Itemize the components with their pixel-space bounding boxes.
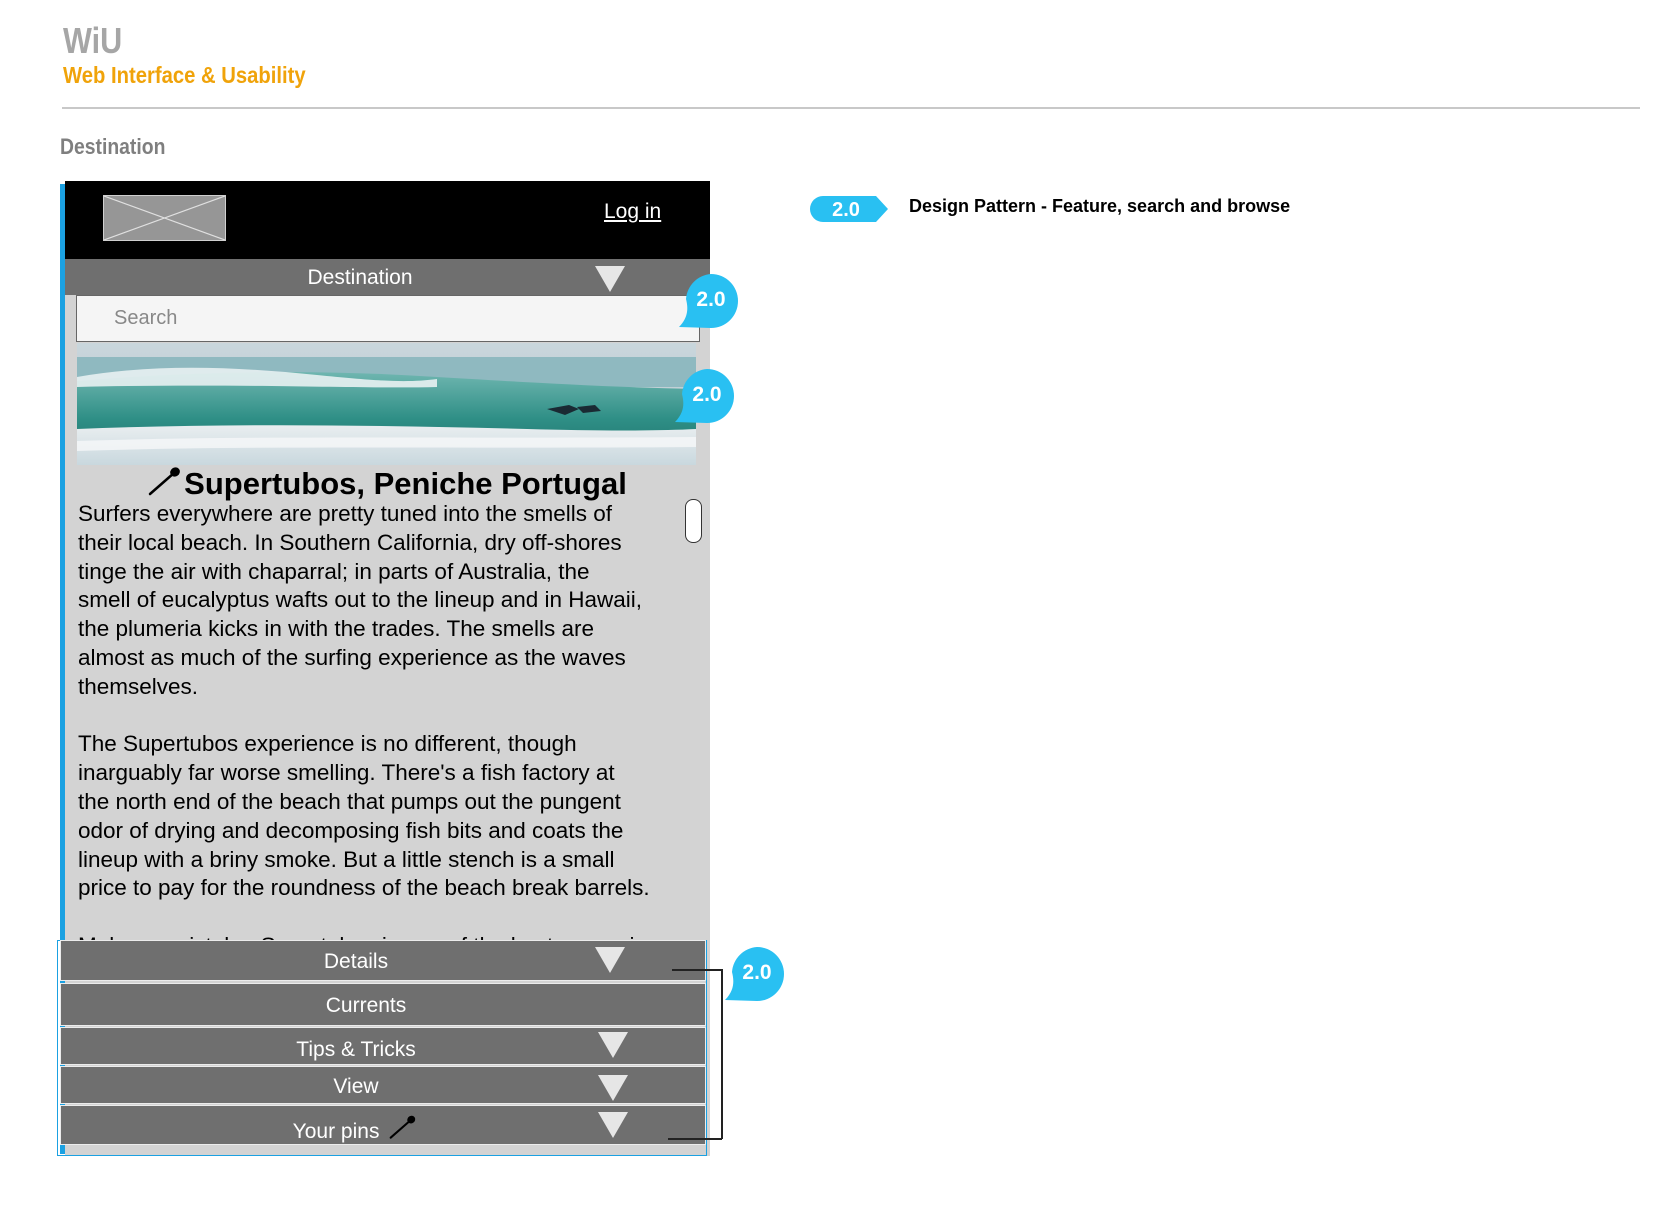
callout-label: 2.0 <box>742 961 772 984</box>
brand-subtitle: Web Interface & Usability <box>63 62 306 88</box>
bracket-line <box>721 969 723 1139</box>
legend-tag: 2.0 <box>810 196 888 222</box>
search-field[interactable] <box>76 295 700 342</box>
scrollbar-thumb[interactable] <box>685 499 702 543</box>
accordion-label-text: Your pins <box>292 1120 380 1143</box>
header-divider <box>62 107 1640 109</box>
destination-article: Surfers everywhere are pretty tuned into… <box>78 500 698 955</box>
accordion-item-your-pins[interactable]: Your pins <box>60 1105 706 1145</box>
bracket-line <box>672 969 722 971</box>
brand-title: WiU <box>63 20 123 61</box>
annotation-callout-search: 2.0 <box>679 271 741 331</box>
chevron-down-icon <box>598 1112 628 1138</box>
destination-title: Supertubos, Peniche Portugal <box>65 466 710 502</box>
map-pin-icon[interactable] <box>148 466 182 496</box>
app-top-bar: Log in <box>65 181 710 259</box>
accordion-item-view[interactable]: View <box>60 1066 706 1104</box>
chevron-down-icon <box>598 1075 628 1101</box>
accordion-item-tips-tricks[interactable]: Tips & Tricks <box>60 1027 706 1065</box>
callout-label: 2.0 <box>696 288 726 311</box>
accordion-label: View <box>333 1075 379 1098</box>
chevron-down-icon <box>595 266 625 292</box>
annotation-callout-accordion: 2.0 <box>725 944 787 1004</box>
article-paragraph: The Supertubos experience is no differen… <box>78 731 650 901</box>
page-label: Destination <box>60 134 166 159</box>
destination-title-text: Supertubos, Peniche Portugal <box>184 466 627 501</box>
legend-description: Design Pattern - Feature, search and bro… <box>909 196 1291 216</box>
accordion-label: Your pins <box>61 1114 651 1144</box>
destination-hero-image <box>77 343 696 465</box>
accordion-item-currents[interactable]: Currents <box>60 983 706 1026</box>
legend-tag-label: 2.0 <box>832 199 860 221</box>
bracket-line <box>668 1138 722 1140</box>
map-pin-icon <box>389 1115 416 1139</box>
chevron-down-icon <box>598 1032 628 1058</box>
destination-menu[interactable]: Destination <box>65 259 710 295</box>
destination-menu-label: Destination <box>307 266 413 289</box>
accordion-label: Details <box>323 950 389 973</box>
accordion-label: Currents <box>325 994 407 1017</box>
accordion-label: Tips & Tricks <box>296 1038 416 1061</box>
article-paragraph: Surfers everywhere are pretty tuned into… <box>78 501 643 699</box>
callout-label: 2.0 <box>692 383 722 406</box>
login-link[interactable]: Log in <box>604 200 661 224</box>
chevron-down-icon <box>595 947 625 973</box>
annotation-callout-image: 2.0 <box>675 366 737 426</box>
logo-placeholder-icon[interactable] <box>103 195 226 241</box>
search-input[interactable] <box>77 296 699 341</box>
accordion-item-details[interactable]: Details <box>60 940 706 981</box>
